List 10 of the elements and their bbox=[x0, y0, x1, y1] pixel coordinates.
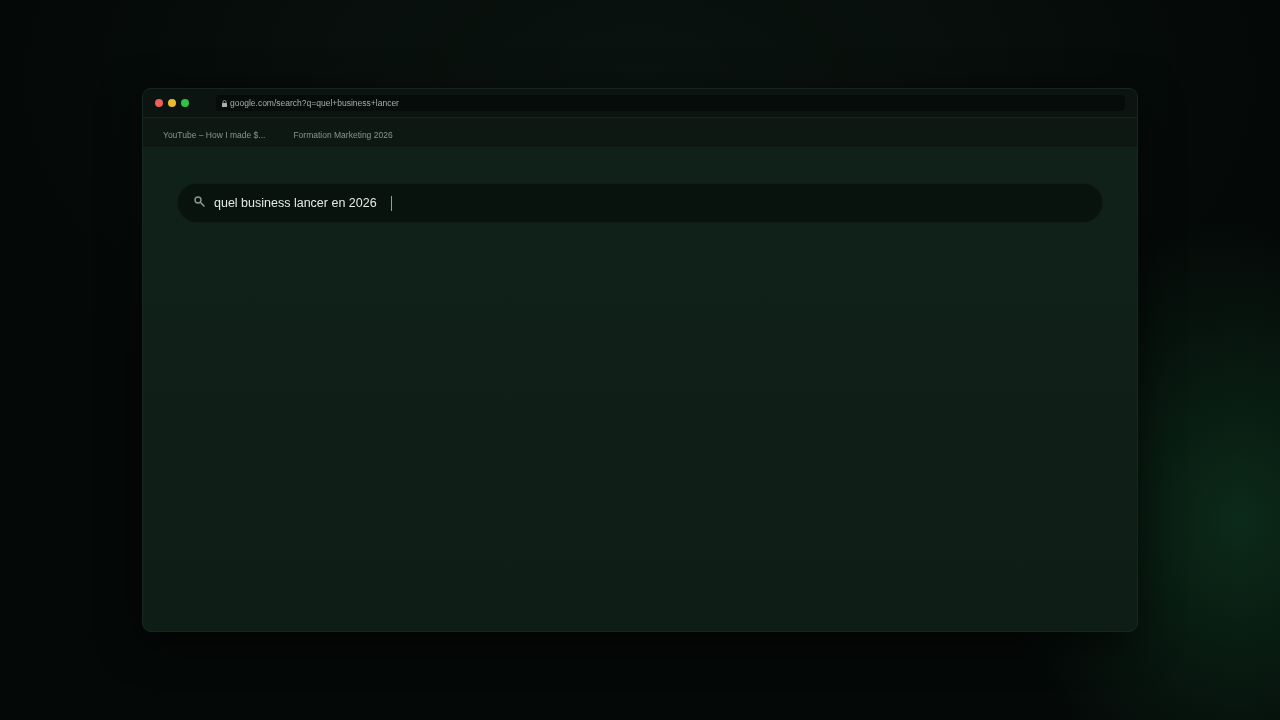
browser-tab[interactable]: YouTube – How I made $... bbox=[161, 127, 268, 142]
search-query: quel business lancer en 2026 bbox=[214, 196, 377, 210]
close-button[interactable] bbox=[155, 99, 163, 107]
url-text: google.com/search?q=quel+business+lancer bbox=[230, 98, 399, 108]
search-field[interactable]: quel business lancer en 2026 bbox=[177, 183, 1103, 223]
address-bar[interactable]: google.com/search?q=quel+business+lancer bbox=[216, 95, 1125, 111]
browser-tab[interactable]: Formation Marketing 2026 bbox=[291, 127, 395, 142]
search-icon bbox=[194, 195, 205, 207]
maximize-button[interactable] bbox=[181, 99, 189, 107]
minimize-button[interactable] bbox=[168, 99, 176, 107]
